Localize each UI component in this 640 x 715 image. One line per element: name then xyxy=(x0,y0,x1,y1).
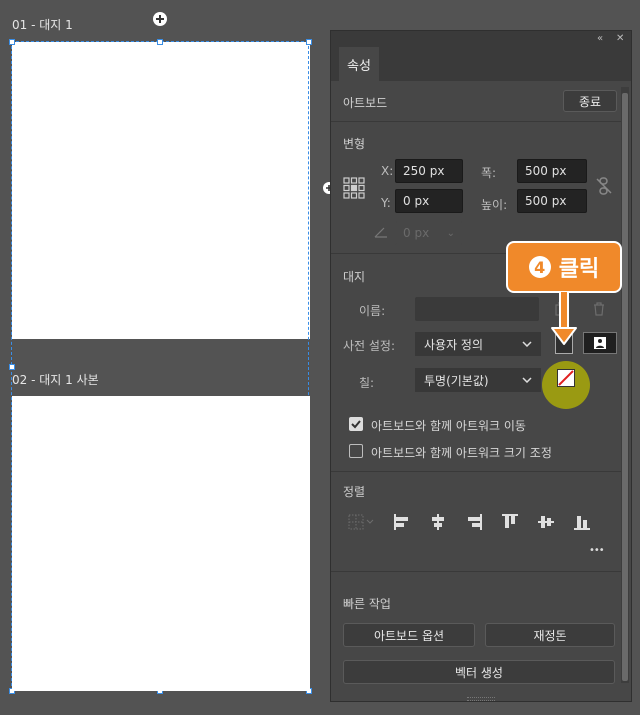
align-to-selection-icon[interactable] xyxy=(345,511,379,533)
align-title: 정렬 xyxy=(343,485,366,499)
align-top-icon[interactable] xyxy=(499,511,521,533)
panel-resize-grip[interactable] xyxy=(467,697,495,701)
height-field[interactable]: 500 px xyxy=(517,189,587,213)
artboard-2[interactable] xyxy=(12,396,310,691)
done-button[interactable]: 종료 xyxy=(563,90,617,112)
chevron-down-icon: ⌄ xyxy=(446,227,455,239)
tab-properties[interactable]: 속성 xyxy=(339,47,379,81)
close-icon[interactable]: ✕ xyxy=(616,33,624,44)
chevron-down-icon xyxy=(522,341,532,347)
artboard-section-title: 아트보드 xyxy=(343,96,388,110)
move-artwork-checkbox[interactable] xyxy=(349,417,363,431)
name-field[interactable] xyxy=(415,297,539,321)
resize-handle[interactable] xyxy=(9,39,15,45)
transform-title: 변형 xyxy=(343,137,366,151)
more-options-icon[interactable]: ••• xyxy=(589,545,605,556)
artboard-props-title: 대지 xyxy=(343,270,366,284)
align-horizontal-center-icon[interactable] xyxy=(427,511,449,533)
angle-value: 0 px xyxy=(403,226,430,240)
fill-color-swatch[interactable] xyxy=(557,369,575,387)
move-artwork-label[interactable]: 아트보드와 함께 아트워크 이동 xyxy=(371,417,526,434)
quick-actions-title: 빠른 작업 xyxy=(343,597,391,611)
callout-arrow-head xyxy=(551,327,577,345)
width-field[interactable]: 500 px xyxy=(517,159,587,183)
align-bottom-icon[interactable] xyxy=(571,511,593,533)
reference-point-icon[interactable] xyxy=(341,175,367,201)
callout-text: 클릭 xyxy=(558,257,600,282)
height-label: 높이: xyxy=(481,198,508,212)
properties-panel: « ✕ 속성 아트보드 종료 변형 X: 250 px 폭: 500 px Y:… xyxy=(330,30,632,702)
name-label: 이름: xyxy=(359,304,386,318)
preset-dropdown[interactable]: 사용자 정의 xyxy=(415,332,541,356)
x-field[interactable]: 250 px xyxy=(395,159,463,183)
tab-bar: 속성 xyxy=(331,47,631,81)
trash-icon[interactable] xyxy=(591,300,607,318)
vector-generate-button[interactable]: 벡터 생성 xyxy=(343,660,615,684)
add-artboard-icon[interactable] xyxy=(152,11,168,27)
align-vertical-center-icon[interactable] xyxy=(535,511,557,533)
resize-handle[interactable] xyxy=(306,39,312,45)
fill-label: 칠: xyxy=(359,376,375,390)
angle-field: 0 px ⌄ xyxy=(395,221,463,245)
preset-label: 사전 설정: xyxy=(343,339,396,353)
artboard-options-button[interactable]: 아트보드 옵션 xyxy=(343,623,475,647)
panel-titlebar xyxy=(331,31,631,47)
resize-handle[interactable] xyxy=(157,39,163,45)
y-field[interactable]: 0 px xyxy=(395,189,463,213)
collapse-icon[interactable]: « xyxy=(597,33,603,44)
x-label: X: xyxy=(381,164,394,178)
callout-arrow-stem xyxy=(561,292,567,330)
chevron-down-icon xyxy=(522,377,532,383)
y-label: Y: xyxy=(381,196,391,210)
callout-number: 4 xyxy=(528,256,551,278)
align-right-icon[interactable] xyxy=(463,511,485,533)
rearrange-button[interactable]: 재정돈 xyxy=(485,623,615,647)
preset-value: 사용자 정의 xyxy=(424,337,484,352)
width-label: 폭: xyxy=(481,166,497,180)
angle-icon xyxy=(373,224,389,240)
resize-artwork-label[interactable]: 아트보드와 함께 아트워크 크기 조정 xyxy=(371,444,552,461)
artboard1-label[interactable]: 01 - 대지 1 xyxy=(12,16,73,33)
landscape-orientation-icon[interactable] xyxy=(583,332,617,354)
link-proportions-icon[interactable] xyxy=(593,175,615,197)
fill-value: 투명(기본값) xyxy=(424,373,489,388)
scrollbar-thumb[interactable] xyxy=(622,93,628,681)
resize-artwork-checkbox[interactable] xyxy=(349,444,363,458)
click-callout: 4 클릭 xyxy=(506,241,622,293)
fill-dropdown[interactable]: 투명(기본값) xyxy=(415,368,541,392)
resize-handle[interactable] xyxy=(9,364,15,370)
artboard2-label[interactable]: 02 - 대지 1 사본 xyxy=(12,371,99,388)
align-left-icon[interactable] xyxy=(391,511,413,533)
